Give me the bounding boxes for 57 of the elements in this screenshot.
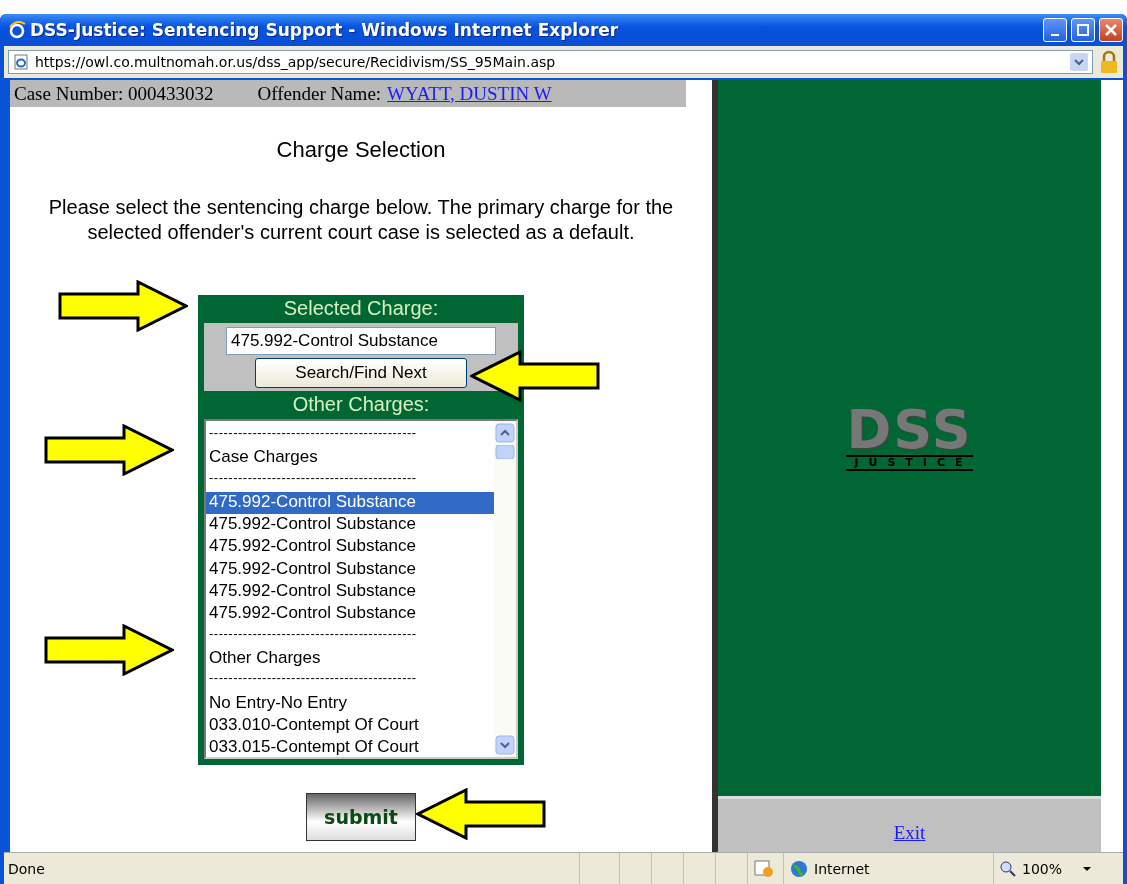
zoom-icon[interactable] — [1000, 860, 1016, 877]
search-button[interactable]: Search/Find Next — [255, 358, 467, 388]
offender-label: Offender Name: — [257, 82, 382, 105]
arrow-icon — [44, 624, 174, 676]
submit-button[interactable]: submit — [306, 793, 416, 841]
zoom-level[interactable]: 100% — [1022, 860, 1063, 877]
charge-option[interactable]: 475.992-Control Substance — [206, 491, 494, 515]
close-button[interactable] — [1099, 18, 1123, 42]
page-heading: Charge Selection — [276, 137, 446, 163]
arrow-icon — [416, 788, 546, 840]
charge-option[interactable]: 475.992-Control Substance — [206, 558, 494, 582]
zone-text: Internet — [814, 860, 870, 877]
exit-link[interactable]: Exit — [893, 822, 926, 844]
group-label: Case Charges — [208, 447, 319, 469]
case-number: Case Number: 000433032 — [14, 82, 214, 105]
url-text: https://owl.co.multnomah.or.us/dss_app/secure/Recidivism/SS_95Main.asp — [35, 54, 557, 70]
globe-icon — [790, 859, 808, 878]
other-charges-title: Other Charges: — [292, 392, 430, 417]
charge-option[interactable]: 475.992-Control Substance — [206, 536, 494, 559]
minimize-button[interactable] — [1043, 18, 1067, 42]
charge-option[interactable]: 033.015-Contempt Of Court — [206, 737, 494, 757]
separator-line: ------------------------------------------- — [208, 425, 418, 442]
charge-option[interactable]: 475.992-Control Substance — [206, 581, 494, 604]
warning-icon — [754, 859, 774, 878]
charge-option[interactable]: 475.992-Control Substance — [206, 514, 494, 537]
minimize-icon — [1051, 34, 1059, 36]
window-title: DSS-Justice: Sentencing Support - Windows Internet Explorer — [30, 20, 620, 40]
maximize-icon — [1077, 24, 1089, 36]
arrow-icon — [58, 280, 188, 332]
scroll-thumb[interactable] — [495, 445, 515, 459]
scrollbar[interactable] — [494, 421, 516, 757]
status-text: Done — [7, 860, 46, 877]
caret-icon[interactable] — [1082, 864, 1093, 873]
group-label: Other Charges — [208, 647, 322, 669]
maximize-button[interactable] — [1071, 18, 1095, 42]
separator-line: ------------------------------------------- — [208, 670, 418, 688]
instructions-text: Please select the sentencing charge below. The primary charge for the selected offender's current court case is selected as a default. — [47, 195, 675, 245]
separator-line: ------------------------------------------- — [208, 469, 418, 487]
arrow-icon — [470, 350, 600, 402]
separator-line: ------------------------------------------- — [208, 625, 418, 643]
browser-logo-icon — [8, 21, 26, 39]
address-field[interactable]: https://owl.co.multnomah.or.us/dss_app/secure/Recidivism/SS_95Main.asp — [8, 50, 1093, 74]
arrow-icon — [44, 424, 174, 476]
selected-charge-field[interactable]: 475.992-Control Substance — [226, 327, 496, 355]
selected-charge-title: Selected Charge: — [283, 296, 439, 321]
charge-option[interactable]: No Entry-No Entry — [206, 692, 494, 715]
scroll-down-icon[interactable] — [495, 735, 515, 755]
scroll-up-icon[interactable] — [495, 423, 515, 443]
close-icon — [1105, 24, 1117, 36]
padlock-icon — [1099, 50, 1119, 74]
page-icon — [13, 54, 29, 70]
offender-name-link[interactable]: WYATT, DUSTIN W — [387, 82, 552, 105]
charge-option[interactable]: 475.992-Control Substance — [206, 603, 494, 626]
dropdown-icon[interactable] — [1070, 53, 1088, 71]
charges-listbox[interactable] — [204, 419, 518, 759]
dss-logo: DSS JUSTICE — [846, 405, 973, 471]
charge-option[interactable]: 033.010-Contempt Of Court — [206, 714, 494, 738]
